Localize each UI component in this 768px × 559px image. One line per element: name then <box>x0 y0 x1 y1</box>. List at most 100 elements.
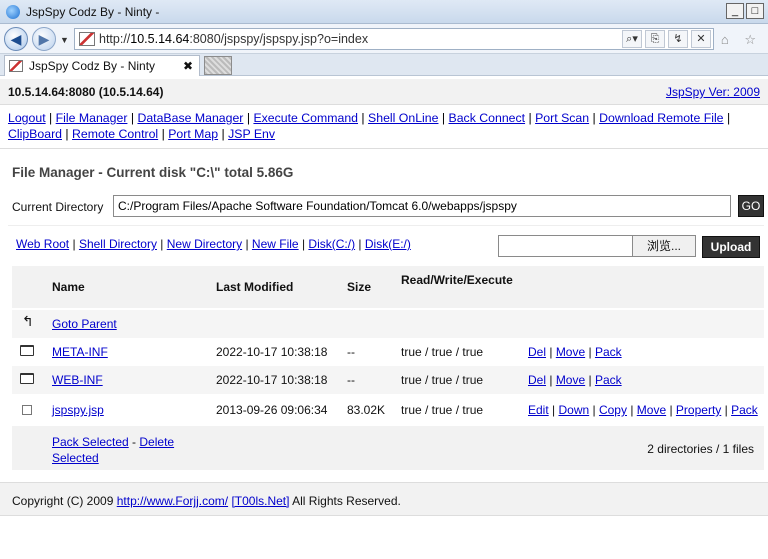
forjj-link[interactable]: http://www.Forjj.com/ <box>117 494 228 508</box>
current-directory-label: Current Directory <box>12 200 104 214</box>
address-tools: ⌕▾ ⎘ ↯ ✕ <box>622 30 711 48</box>
divider <box>0 148 768 149</box>
last-modified: 2013-09-26 09:06:34 <box>216 403 328 417</box>
new-tab-button[interactable] <box>204 56 232 75</box>
folder-icon <box>20 373 34 384</box>
table-row: ↰ Goto Parent <box>12 310 764 338</box>
bulk-actions: Pack Selected - Delete Selected <box>52 435 175 465</box>
item-counts: 2 directories / 1 files <box>647 442 754 456</box>
download-link[interactable]: Down <box>558 403 589 417</box>
pack-selected-link[interactable]: Pack Selected <box>52 435 129 449</box>
copyright-text: Copyright (C) 2009 http://www.Forjj.com/… <box>12 494 401 508</box>
table-row: jspspy.jsp 2013-09-26 09:06:34 83.02K tr… <box>12 396 764 424</box>
window-title: JspSpy Codz By - Ninty - <box>26 4 160 19</box>
menu-port-scan[interactable]: Port Scan <box>535 111 589 125</box>
pack-link[interactable]: Pack <box>595 373 622 387</box>
upload-button[interactable]: Upload <box>702 236 760 258</box>
new-file-link[interactable]: New File <box>252 237 299 251</box>
disk-e-link[interactable]: Disk(E:/) <box>365 237 411 251</box>
host-label: 10.5.14.64:8080 (10.5.14.64) <box>8 85 164 99</box>
last-modified: 2022-10-17 10:38:18 <box>216 373 328 387</box>
menu-back-connect[interactable]: Back Connect <box>449 111 526 125</box>
pack-link[interactable]: Pack <box>731 403 758 417</box>
compat-view-icon[interactable]: ⎘ <box>645 30 665 48</box>
pack-link[interactable]: Pack <box>595 345 622 359</box>
tab-close-icon[interactable]: ✖ <box>183 59 193 73</box>
address-toolbar: ◀ ▶ ▼ http://10.5.14.64:8080/jspspy/jsps… <box>0 24 768 54</box>
file-name-link[interactable]: META-INF <box>52 345 108 359</box>
move-link[interactable]: Move <box>637 403 666 417</box>
goto-parent-link[interactable]: Goto Parent <box>52 317 117 331</box>
column-name: Name <box>52 280 85 294</box>
back-button[interactable]: ◀ <box>4 27 28 51</box>
url-text[interactable]: http://10.5.14.64:8080/jspspy/jspspy.jsp… <box>99 32 368 46</box>
menu-file-manager[interactable]: File Manager <box>56 111 128 125</box>
go-button[interactable]: GO <box>738 195 764 217</box>
minimize-button[interactable]: _ <box>726 3 744 19</box>
disk-c-link[interactable]: Disk(C:/) <box>308 237 355 251</box>
refresh-icon[interactable]: ↯ <box>668 30 688 48</box>
file-size: -- <box>347 373 355 387</box>
forward-button[interactable]: ▶ <box>32 27 56 51</box>
menu-logout[interactable]: Logout <box>8 111 46 125</box>
file-size: 83.02K <box>347 403 386 417</box>
move-link[interactable]: Move <box>556 345 585 359</box>
permissions: true / true / true <box>401 403 484 417</box>
menu-jsp-env[interactable]: JSP Env <box>228 127 275 141</box>
window-controls: _ □ <box>726 3 764 19</box>
web-root-link[interactable]: Web Root <box>16 237 69 251</box>
edit-link[interactable]: Edit <box>528 403 549 417</box>
version-link[interactable]: JspSpy Ver: 2009 <box>666 85 760 99</box>
menu-clipboard[interactable]: ClipBoard <box>8 127 62 141</box>
tab-jspspy[interactable]: JspSpy Codz By - Ninty ✖ <box>4 55 200 76</box>
table-row: META-INF 2022-10-17 10:38:18 -- true / t… <box>12 338 764 366</box>
folder-icon <box>20 345 34 356</box>
file-select-checkbox[interactable] <box>22 405 32 415</box>
menu-execute-command[interactable]: Execute Command <box>253 111 358 125</box>
menu-remote-control[interactable]: Remote Control <box>72 127 158 141</box>
site-favicon-icon <box>79 32 95 46</box>
move-link[interactable]: Move <box>556 373 585 387</box>
permissions: true / true / true <box>401 373 484 387</box>
home-favorites-icons[interactable]: ⌂ ☆ <box>721 32 762 48</box>
column-size: Size <box>347 280 372 294</box>
table-row: WEB-INF 2022-10-17 10:38:18 -- true / tr… <box>12 366 764 394</box>
ie-icon <box>6 4 20 19</box>
menu-port-map[interactable]: Port Map <box>168 127 218 141</box>
upload-file-input[interactable] <box>498 235 634 257</box>
directory-tool-links: Web Root | Shell Directory | New Directo… <box>16 237 411 251</box>
file-name-link[interactable]: jspspy.jsp <box>52 403 104 417</box>
stop-icon[interactable]: ✕ <box>691 30 711 48</box>
copy-link[interactable]: Copy <box>599 403 627 417</box>
row-actions: Del | Move | Pack <box>528 345 622 359</box>
maximize-button[interactable]: □ <box>746 3 764 19</box>
tab-title: JspSpy Codz By - Ninty <box>29 59 156 73</box>
del-link[interactable]: Del <box>528 373 546 387</box>
divider <box>8 225 764 226</box>
current-directory-input[interactable] <box>113 195 731 217</box>
del-link[interactable]: Del <box>528 345 546 359</box>
copyright-bar: Copyright (C) 2009 http://www.Forjj.com/… <box>0 482 768 516</box>
address-bar[interactable]: http://10.5.14.64:8080/jspspy/jspspy.jsp… <box>74 28 714 50</box>
row-actions: Del | Move | Pack <box>528 373 622 387</box>
menu-download-remote-file[interactable]: Download Remote File <box>599 111 723 125</box>
permissions: true / true / true <box>401 345 484 359</box>
menu-shell-online[interactable]: Shell OnLine <box>368 111 438 125</box>
tab-strip: JspSpy Codz By - Ninty ✖ <box>0 54 768 76</box>
file-name-link[interactable]: WEB-INF <box>52 373 103 387</box>
file-size: -- <box>347 345 355 359</box>
tab-favicon-icon <box>9 60 23 72</box>
menu-database-manager[interactable]: DataBase Manager <box>137 111 243 125</box>
file-manager-title: File Manager - Current disk "C:\" total … <box>12 165 294 180</box>
history-dropdown-icon[interactable]: ▼ <box>60 35 69 45</box>
column-read-write-execute: Read/Write/Execute <box>401 273 513 287</box>
main-menu: Logout | File Manager | DataBase Manager… <box>8 111 731 141</box>
file-table-header: Name Last Modified Size Read/Write/Execu… <box>12 266 764 308</box>
column-last-modified: Last Modified <box>216 280 294 294</box>
t00ls-link[interactable]: [T00ls.Net] <box>231 494 289 508</box>
shell-directory-link[interactable]: Shell Directory <box>79 237 157 251</box>
property-link[interactable]: Property <box>676 403 721 417</box>
new-directory-link[interactable]: New Directory <box>167 237 242 251</box>
search-icon[interactable]: ⌕▾ <box>622 30 642 48</box>
browse-button[interactable]: 浏览... <box>632 235 696 257</box>
